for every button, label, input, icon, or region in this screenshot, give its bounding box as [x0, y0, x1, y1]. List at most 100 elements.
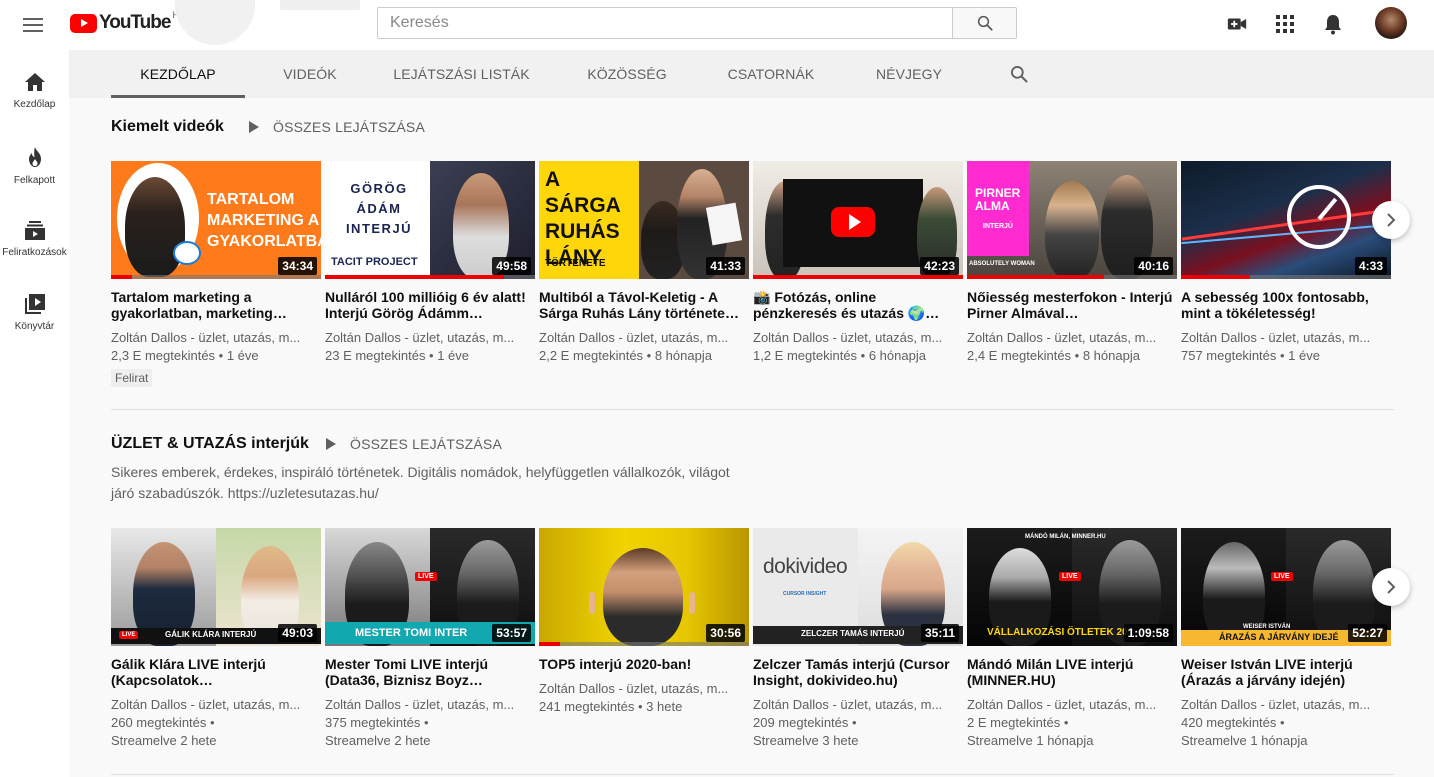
video-title[interactable]: Mándó Milán LIVE interjú (MINNER.HU) [967, 656, 1177, 688]
play-all-button-business[interactable]: ÖSSZES LEJÁTSZÁSA [326, 436, 502, 452]
video-title[interactable]: Multiból a Távol-Keletig - A Sárga Ruhás… [539, 289, 749, 321]
channel-name[interactable]: Zoltán Dallos - üzlet, utazás, m... [325, 329, 535, 347]
video-thumbnail[interactable]: GÖRÖG ÁDÁM INTERJÚ TACIT PROJECT 49:58 [325, 161, 535, 279]
channel-tabs: KEZDŐLAP VIDEÓK LEJÁTSZÁSI LISTÁK KÖZÖSS… [69, 50, 1434, 98]
channel-name[interactable]: Zoltán Dallos - üzlet, utazás, m... [753, 329, 963, 347]
tab-about[interactable]: NÉVJEGY [866, 50, 952, 98]
video-thumbnail[interactable]: LIVE MESTER TOMI INTER 53:57 [325, 528, 535, 646]
shelf-next-button[interactable] [1372, 201, 1410, 239]
channel-name[interactable]: Zoltán Dallos - üzlet, utazás, m... [539, 329, 749, 347]
video-title[interactable]: Mester Tomi LIVE interjú (Data36, Biznis… [325, 656, 535, 688]
tab-community[interactable]: KÖZÖSSÉG [574, 50, 680, 98]
play-all-button-featured[interactable]: ÖSSZES LEJÁTSZÁSA [249, 119, 425, 135]
thumbnail-text: PIRNER ALMA [975, 186, 1021, 213]
section-title-business[interactable]: ÜZLET & UTAZÁS interjúk [111, 435, 309, 453]
channel-name[interactable]: Zoltán Dallos - üzlet, utazás, m... [967, 329, 1177, 347]
video-title[interactable]: A sebesség 100x fontosabb, mint a tökéle… [1181, 289, 1391, 321]
thumbnail-tag: ABSOLUTELY WOMAN [969, 261, 1035, 267]
play-all-label: ÖSSZES LEJÁTSZÁSA [350, 436, 502, 452]
top-bar: YouTube HU [0, 0, 1434, 50]
section-title-featured: Kiemelt videók [111, 118, 224, 135]
shelf-next-button[interactable] [1372, 568, 1410, 606]
video-thumbnail[interactable]: 42:23 [753, 161, 963, 279]
stream-date: Streamelve 1 hónapja [1181, 733, 1308, 748]
sidebar-item-label: Felkapott [13, 175, 56, 186]
video-card[interactable]: LIVE MESTER TOMI INTER 53:57 Mester Tomi… [325, 528, 535, 750]
video-card[interactable]: 30:56 TOP5 interjú 2020-ban! Zoltán Dall… [539, 528, 749, 716]
play-all-label: ÖSSZES LEJÁTSZÁSA [273, 119, 425, 135]
hamburger-menu-icon[interactable] [20, 12, 46, 38]
watch-progress [753, 275, 963, 279]
video-card[interactable]: PIRNER ALMA INTERJÚ ABSOLUTELY WOMAN 40:… [967, 161, 1177, 365]
tab-playlists[interactable]: LEJÁTSZÁSI LISTÁK [379, 50, 544, 98]
video-card[interactable]: dokivideo CURSOR INSIGHT ZELCZER TAMÁS I… [753, 528, 963, 750]
video-thumbnail[interactable]: A SÁRGA RUHÁS LÁNY TÖRTÉNETE 41:33 [539, 161, 749, 279]
sidebar-item-home[interactable]: Kezdőlap [0, 50, 69, 124]
thumbnail-text: ZELCZER TAMÁS INTERJÚ [801, 629, 905, 638]
view-count: 23 E megtekintés • 1 éve [325, 348, 470, 363]
video-thumbnail[interactable]: LIVE WEISER ISTVÁN ÁRAZÁS A JÁRVÁNY IDEJ… [1181, 528, 1391, 646]
video-title[interactable]: Tartalom marketing a gyakorlatban, marke… [111, 289, 321, 321]
video-title[interactable]: Nőiesség mesterfokon - Interjú Pirner Al… [967, 289, 1177, 321]
video-thumbnail[interactable]: dokivideo CURSOR INSIGHT ZELCZER TAMÁS I… [753, 528, 963, 646]
channel-name[interactable]: Zoltán Dallos - üzlet, utazás, m... [753, 696, 963, 714]
video-duration: 49:58 [492, 257, 531, 275]
search-button[interactable] [952, 7, 1017, 39]
video-thumbnail[interactable]: 30:56 [539, 528, 749, 646]
sidebar-item-library[interactable]: Könyvtár [0, 272, 69, 346]
video-duration: 40:16 [1134, 257, 1173, 275]
video-thumbnail[interactable]: MÁNDÓ MILÁN, MINNER.HU LIVE VÁLLALKOZÁSI… [967, 528, 1177, 646]
video-thumbnail[interactable]: PIRNER ALMA INTERJÚ ABSOLUTELY WOMAN 40:… [967, 161, 1177, 279]
video-card[interactable]: 42:23 📸 Fotózás, online pénzkeresés és u… [753, 161, 963, 365]
video-duration: 30:56 [706, 624, 745, 642]
thumbnail-text: GÖRÖG ÁDÁM INTERJÚ [345, 181, 413, 236]
tab-home[interactable]: KEZDŐLAP [111, 50, 245, 98]
watch-progress [1181, 275, 1251, 279]
tab-channels[interactable]: CSATORNÁK [714, 50, 828, 98]
video-title[interactable]: Weiser István LIVE interjú (Árazás a jár… [1181, 656, 1391, 688]
video-card[interactable]: LIVE WEISER ISTVÁN ÁRAZÁS A JÁRVÁNY IDEJ… [1181, 528, 1391, 750]
video-title[interactable]: Gálik Klára LIVE interjú (Kapcsolatok… [111, 656, 321, 688]
channel-name[interactable]: Zoltán Dallos - üzlet, utazás, m... [967, 696, 1177, 714]
video-card[interactable]: LIVE GÁLIK KLÁRA INTERJÚ 49:03 Gálik Klá… [111, 528, 321, 750]
youtube-logo[interactable]: YouTube HU [70, 10, 185, 34]
apps-grid-icon[interactable] [1273, 12, 1297, 36]
video-thumbnail[interactable]: LIVE GÁLIK KLÁRA INTERJÚ 49:03 [111, 528, 321, 646]
channel-name[interactable]: Zoltán Dallos - üzlet, utazás, m... [539, 680, 749, 698]
thumbnail-tag: CURSOR INSIGHT [783, 591, 827, 597]
view-count: 420 megtekintés • [1181, 715, 1285, 730]
thumbnail-subtext: TÖRTÉNETE [545, 258, 606, 269]
view-count: 2,2 E megtekintés • 8 hónapja [539, 348, 712, 363]
video-title[interactable]: Zelczer Tamás interjú (Cursor Insight, d… [753, 656, 963, 688]
watch-progress [539, 642, 560, 646]
video-duration: 53:57 [492, 624, 531, 642]
create-video-icon[interactable] [1225, 12, 1249, 36]
channel-name-ghost [280, 0, 360, 10]
video-card[interactable]: TARTALOM MARKETING A GYAKORLATBAN 34:34 … [111, 161, 321, 387]
sidebar-item-trending[interactable]: Felkapott [0, 124, 69, 198]
channel-name[interactable]: Zoltán Dallos - üzlet, utazás, m... [111, 329, 321, 347]
search-input[interactable] [377, 7, 953, 39]
video-duration: 4:33 [1354, 257, 1387, 275]
channel-name[interactable]: Zoltán Dallos - üzlet, utazás, m... [1181, 696, 1391, 714]
video-title[interactable]: Nulláról 100 millióig 6 év alatt! Interj… [325, 289, 535, 321]
play-icon [326, 438, 336, 450]
video-thumbnail[interactable]: 4:33 [1181, 161, 1391, 279]
notifications-bell-icon[interactable] [1321, 12, 1345, 36]
sidebar-item-label: Feliratkozások [2, 247, 67, 258]
section-divider [111, 774, 1394, 775]
video-card[interactable]: GÖRÖG ÁDÁM INTERJÚ TACIT PROJECT 49:58 N… [325, 161, 535, 365]
channel-name[interactable]: Zoltán Dallos - üzlet, utazás, m... [325, 696, 535, 714]
home-icon [24, 73, 45, 91]
video-thumbnail[interactable]: TARTALOM MARKETING A GYAKORLATBAN 34:34 [111, 161, 321, 279]
video-card[interactable]: MÁNDÓ MILÁN, MINNER.HU LIVE VÁLLALKOZÁSI… [967, 528, 1177, 750]
sidebar-item-subscriptions[interactable]: Feliratkozások [0, 198, 69, 272]
channel-name[interactable]: Zoltán Dallos - üzlet, utazás, m... [1181, 329, 1391, 347]
channel-name[interactable]: Zoltán Dallos - üzlet, utazás, m... [111, 696, 321, 714]
video-title[interactable]: 📸 Fotózás, online pénzkeresés és utazás … [753, 289, 963, 321]
video-card[interactable]: A SÁRGA RUHÁS LÁNY TÖRTÉNETE 41:33 Multi… [539, 161, 749, 365]
user-avatar[interactable] [1375, 7, 1407, 39]
video-card[interactable]: 4:33 A sebesség 100x fontosabb, mint a t… [1181, 161, 1391, 365]
channel-search-icon[interactable] [1007, 62, 1031, 86]
tab-videos[interactable]: VIDEÓK [263, 50, 357, 98]
